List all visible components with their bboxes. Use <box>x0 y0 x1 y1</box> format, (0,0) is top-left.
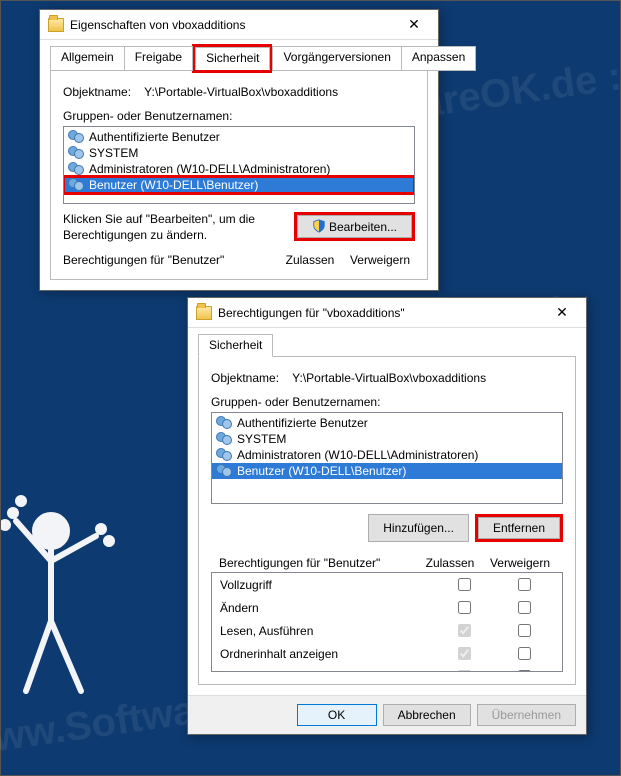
list-item[interactable]: SYSTEM <box>64 145 414 161</box>
window-title: Eigenschaften von vboxadditions <box>70 18 394 32</box>
properties-window: Eigenschaften von vboxadditions ✕ Allgem… <box>39 9 439 291</box>
deny-header: Verweigern <box>485 556 555 570</box>
users-icon <box>215 464 233 478</box>
list-item-label: Administratoren (W10-DELL\Administratore… <box>237 448 478 462</box>
allow-checkbox[interactable] <box>458 601 471 614</box>
apply-button[interactable]: Übernehmen <box>477 704 576 726</box>
tab-allgemein[interactable]: Allgemein <box>50 46 125 71</box>
permissions-window: Berechtigungen für "vboxadditions" ✕ Sic… <box>187 297 587 735</box>
object-name-value: Y:\Portable-VirtualBox\vboxadditions <box>144 85 338 99</box>
groups-listbox[interactable]: Authentifizierte Benutzer SYSTEM Administr… <box>63 126 415 204</box>
add-button[interactable]: Hinzufügen... <box>368 514 469 542</box>
permission-row: Lesen, Ausführen <box>212 619 562 642</box>
close-icon[interactable]: ✕ <box>542 299 582 327</box>
list-item[interactable]: Administratoren (W10-DELL\Administratore… <box>212 447 562 463</box>
allow-checkbox[interactable] <box>458 578 471 591</box>
remove-button[interactable]: Entfernen <box>478 517 560 539</box>
close-icon[interactable]: ✕ <box>394 11 434 39</box>
deny-checkbox[interactable] <box>518 670 531 672</box>
permissions-table[interactable]: Vollzugriff Ändern Lesen, Ausführen Ordneri… <box>211 572 563 672</box>
groups-label: Gruppen- oder Benutzernamen: <box>63 109 415 123</box>
list-item-label: SYSTEM <box>237 432 286 446</box>
allow-checkbox[interactable] <box>458 670 471 672</box>
permission-row: Ändern <box>212 596 562 619</box>
cancel-button[interactable]: Abbrechen <box>383 704 471 726</box>
permission-row: Lesen <box>212 665 562 672</box>
tab-vorgaengerversionen[interactable]: Vorgängerversionen <box>272 46 401 71</box>
list-item[interactable]: Benutzer (W10-DELL\Benutzer) <box>212 463 562 479</box>
object-name-value: Y:\Portable-VirtualBox\vboxadditions <box>292 371 486 385</box>
allow-checkbox[interactable] <box>458 624 471 637</box>
list-item-label: Authentifizierte Benutzer <box>89 130 220 144</box>
users-icon <box>67 146 85 160</box>
deny-header: Verweigern <box>345 253 415 267</box>
allow-checkbox[interactable] <box>458 647 471 660</box>
permission-row: Ordnerinhalt anzeigen <box>212 642 562 665</box>
perm-for-label: Berechtigungen für "Benutzer" <box>63 253 275 267</box>
folder-icon <box>48 18 64 32</box>
list-item-label: Benutzer (W10-DELL\Benutzer) <box>89 178 258 192</box>
ok-button[interactable]: OK <box>297 704 377 726</box>
list-item-label: Authentifizierte Benutzer <box>237 416 368 430</box>
object-name-label: Objektname: <box>63 85 131 99</box>
list-item-label: Benutzer (W10-DELL\Benutzer) <box>237 464 406 478</box>
window-title: Berechtigungen für "vboxadditions" <box>218 306 542 320</box>
folder-icon <box>196 306 212 320</box>
users-icon <box>67 178 85 192</box>
list-item-label: Administratoren (W10-DELL\Administratore… <box>89 162 330 176</box>
tab-sicherheit[interactable]: Sicherheit <box>195 47 270 70</box>
deny-checkbox[interactable] <box>518 647 531 660</box>
tab-sicherheit[interactable]: Sicherheit <box>198 334 273 357</box>
list-item[interactable]: Administratoren (W10-DELL\Administratore… <box>64 161 414 177</box>
edit-button[interactable]: Bearbeiten... <box>297 215 412 238</box>
list-item[interactable]: Authentifizierte Benutzer <box>212 415 562 431</box>
perm-for-label: Berechtigungen für "Benutzer" <box>219 556 415 570</box>
list-item[interactable]: Authentifizierte Benutzer <box>64 129 414 145</box>
decorative-figure <box>1 491 131 735</box>
list-item[interactable]: SYSTEM <box>212 431 562 447</box>
list-item-label: SYSTEM <box>89 146 138 160</box>
tabs-bar: Allgemein Freigabe Sicherheit Vorgängerv… <box>50 46 428 71</box>
titlebar[interactable]: Eigenschaften von vboxadditions ✕ <box>40 10 438 40</box>
groups-listbox[interactable]: Authentifizierte Benutzer SYSTEM Administr… <box>211 412 563 504</box>
titlebar[interactable]: Berechtigungen für "vboxadditions" ✕ <box>188 298 586 328</box>
users-icon <box>67 162 85 176</box>
users-icon <box>215 416 233 430</box>
list-item[interactable]: Benutzer (W10-DELL\Benutzer) <box>64 177 414 193</box>
groups-label: Gruppen- oder Benutzernamen: <box>211 395 563 409</box>
deny-checkbox[interactable] <box>518 624 531 637</box>
permission-name: Vollzugriff <box>220 578 434 592</box>
permission-name: Lesen <box>220 670 434 673</box>
deny-checkbox[interactable] <box>518 578 531 591</box>
permission-name: Lesen, Ausführen <box>220 624 434 638</box>
permission-row: Vollzugriff <box>212 573 562 596</box>
tab-freigabe[interactable]: Freigabe <box>124 46 193 71</box>
users-icon <box>215 432 233 446</box>
users-icon <box>215 448 233 462</box>
allow-header: Zulassen <box>415 556 485 570</box>
edit-hint: Klicken Sie auf "Bearbeiten", um die Ber… <box>63 212 282 243</box>
permission-name: Ordnerinhalt anzeigen <box>220 647 434 661</box>
permission-name: Ändern <box>220 601 434 615</box>
deny-checkbox[interactable] <box>518 601 531 614</box>
allow-header: Zulassen <box>275 253 345 267</box>
tab-anpassen[interactable]: Anpassen <box>401 46 476 71</box>
object-name-label: Objektname: <box>211 371 279 385</box>
users-icon <box>67 130 85 144</box>
shield-icon <box>312 219 326 233</box>
